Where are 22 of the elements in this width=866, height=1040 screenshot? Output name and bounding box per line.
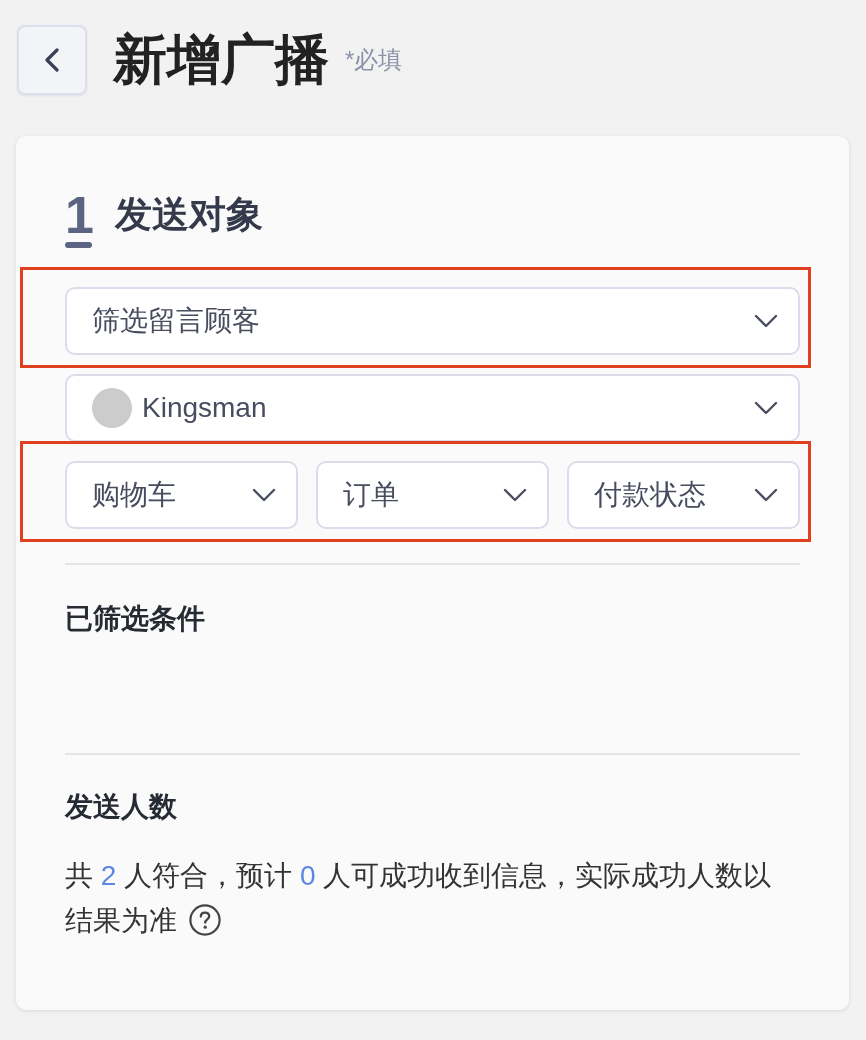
page-title: 新增广播 xyxy=(113,30,329,90)
filtered-conditions-heading: 已筛选条件 xyxy=(65,602,205,636)
avatar-icon xyxy=(92,388,132,428)
recipient-summary: 共 2 人符合，预计 0 人可成功收到信息，实际成功人数以结果为准 xyxy=(65,859,773,938)
section-title: 发送对象 xyxy=(115,193,263,237)
chevron-down-icon xyxy=(754,314,778,328)
step-number: 1 xyxy=(65,189,94,241)
filter-dropdown[interactable]: 筛选留言顾客 xyxy=(65,287,800,355)
help-icon[interactable] xyxy=(189,904,221,936)
required-note: *必填 xyxy=(345,45,403,75)
back-button[interactable] xyxy=(17,25,87,95)
filter-dropdown[interactable]: 付款状态 xyxy=(567,461,800,529)
recipient-count-heading: 发送人数 xyxy=(65,790,177,824)
filter-dropdown[interactable]: 订单 xyxy=(316,461,549,529)
chevron-down-icon xyxy=(754,401,778,415)
chevron-down-icon xyxy=(252,488,276,502)
step-underline xyxy=(65,242,92,248)
chevron-down-icon xyxy=(754,488,778,502)
account-dropdown[interactable]: Kingsman xyxy=(65,374,800,442)
chevron-left-icon xyxy=(45,48,59,72)
chevron-down-icon xyxy=(503,488,527,502)
filter-dropdown[interactable]: 购物车 xyxy=(65,461,298,529)
